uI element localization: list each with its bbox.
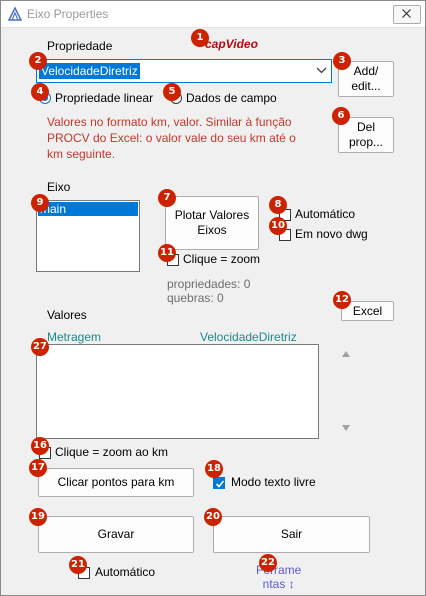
- plotar-valores-button[interactable]: Plotar Valores Eixos: [165, 196, 259, 250]
- properties-window: Eixo Properties capVideo Propriedade Vel…: [0, 0, 426, 596]
- marker-badge: 17: [29, 459, 47, 477]
- marker-badge: 20: [204, 508, 222, 526]
- clique-zoom-label: Clique = zoom: [183, 252, 261, 266]
- clique-zoom-km-label: Clique = zoom ao km: [55, 445, 169, 459]
- valores-label: Valores: [47, 308, 87, 322]
- marker-badge: 10: [269, 217, 287, 235]
- marker-badge: 7: [158, 189, 176, 207]
- propriedade-info-text: Valores no formato km, valor. Similar à …: [47, 115, 296, 161]
- marker-badge: 11: [158, 244, 176, 262]
- app-icon: [7, 6, 23, 21]
- propriedades-count: propriedades: 0: [167, 277, 251, 291]
- window-title: Eixo Properties: [27, 7, 109, 21]
- propriedade-dropdown[interactable]: VelocidadeDiretriz: [36, 59, 332, 83]
- scroll-up-icon[interactable]: [342, 351, 350, 357]
- gravar-button[interactable]: Gravar: [38, 516, 194, 553]
- footer-automatico-label: Automático: [95, 565, 156, 579]
- eixo-list-item[interactable]: main: [38, 202, 138, 216]
- close-button[interactable]: [393, 5, 421, 24]
- marker-badge: 18: [205, 460, 223, 478]
- valor-column-header[interactable]: VelocidadeDiretriz: [200, 330, 297, 344]
- em-novo-dwg-label: Em novo dwg: [295, 227, 368, 241]
- marker-badge: 8: [269, 196, 287, 214]
- brand-watermark: capVideo: [205, 37, 258, 51]
- metragem-column-header[interactable]: Metragem: [47, 330, 101, 344]
- dados-de-campo-label: Dados de campo: [186, 91, 277, 105]
- checkmark-icon: [215, 480, 225, 488]
- propriedade-selected-value: VelocidadeDiretriz: [39, 63, 140, 79]
- quebras-count: quebras: 0: [167, 291, 224, 305]
- marker-badge: 27: [31, 338, 49, 356]
- eixo-label: Eixo: [47, 180, 71, 194]
- marker-badge: 12: [333, 291, 351, 309]
- marker-badge: 22: [259, 554, 277, 572]
- marker-badge: 4: [31, 83, 49, 101]
- modo-texto-livre-checkbox[interactable]: [213, 477, 225, 489]
- chevron-down-icon[interactable]: [316, 67, 327, 74]
- propriedade-label: Propriedade: [47, 39, 113, 53]
- marker-badge: 2: [29, 52, 47, 70]
- marker-badge: 21: [69, 556, 87, 574]
- marker-badge: 19: [29, 508, 47, 526]
- propriedade-linear-label: Propriedade linear: [55, 91, 154, 105]
- marker-badge: 3: [333, 52, 351, 70]
- valores-list[interactable]: [36, 344, 350, 439]
- clicar-pontos-button[interactable]: Clicar pontos para km: [38, 468, 194, 497]
- marker-badge: 1: [191, 29, 209, 47]
- marker-badge: 6: [332, 107, 350, 125]
- automatico-label: Automático: [295, 207, 356, 221]
- close-icon: [402, 9, 411, 18]
- marker-badge: 5: [163, 83, 181, 101]
- modo-texto-livre-label: Modo texto livre: [231, 475, 316, 489]
- sair-button[interactable]: Sair: [213, 516, 370, 553]
- scroll-down-icon[interactable]: [342, 425, 350, 431]
- marker-badge: 9: [31, 194, 49, 212]
- eixo-list[interactable]: main: [36, 200, 140, 272]
- marker-badge: 16: [31, 437, 49, 455]
- title-bar: Eixo Properties: [1, 1, 425, 28]
